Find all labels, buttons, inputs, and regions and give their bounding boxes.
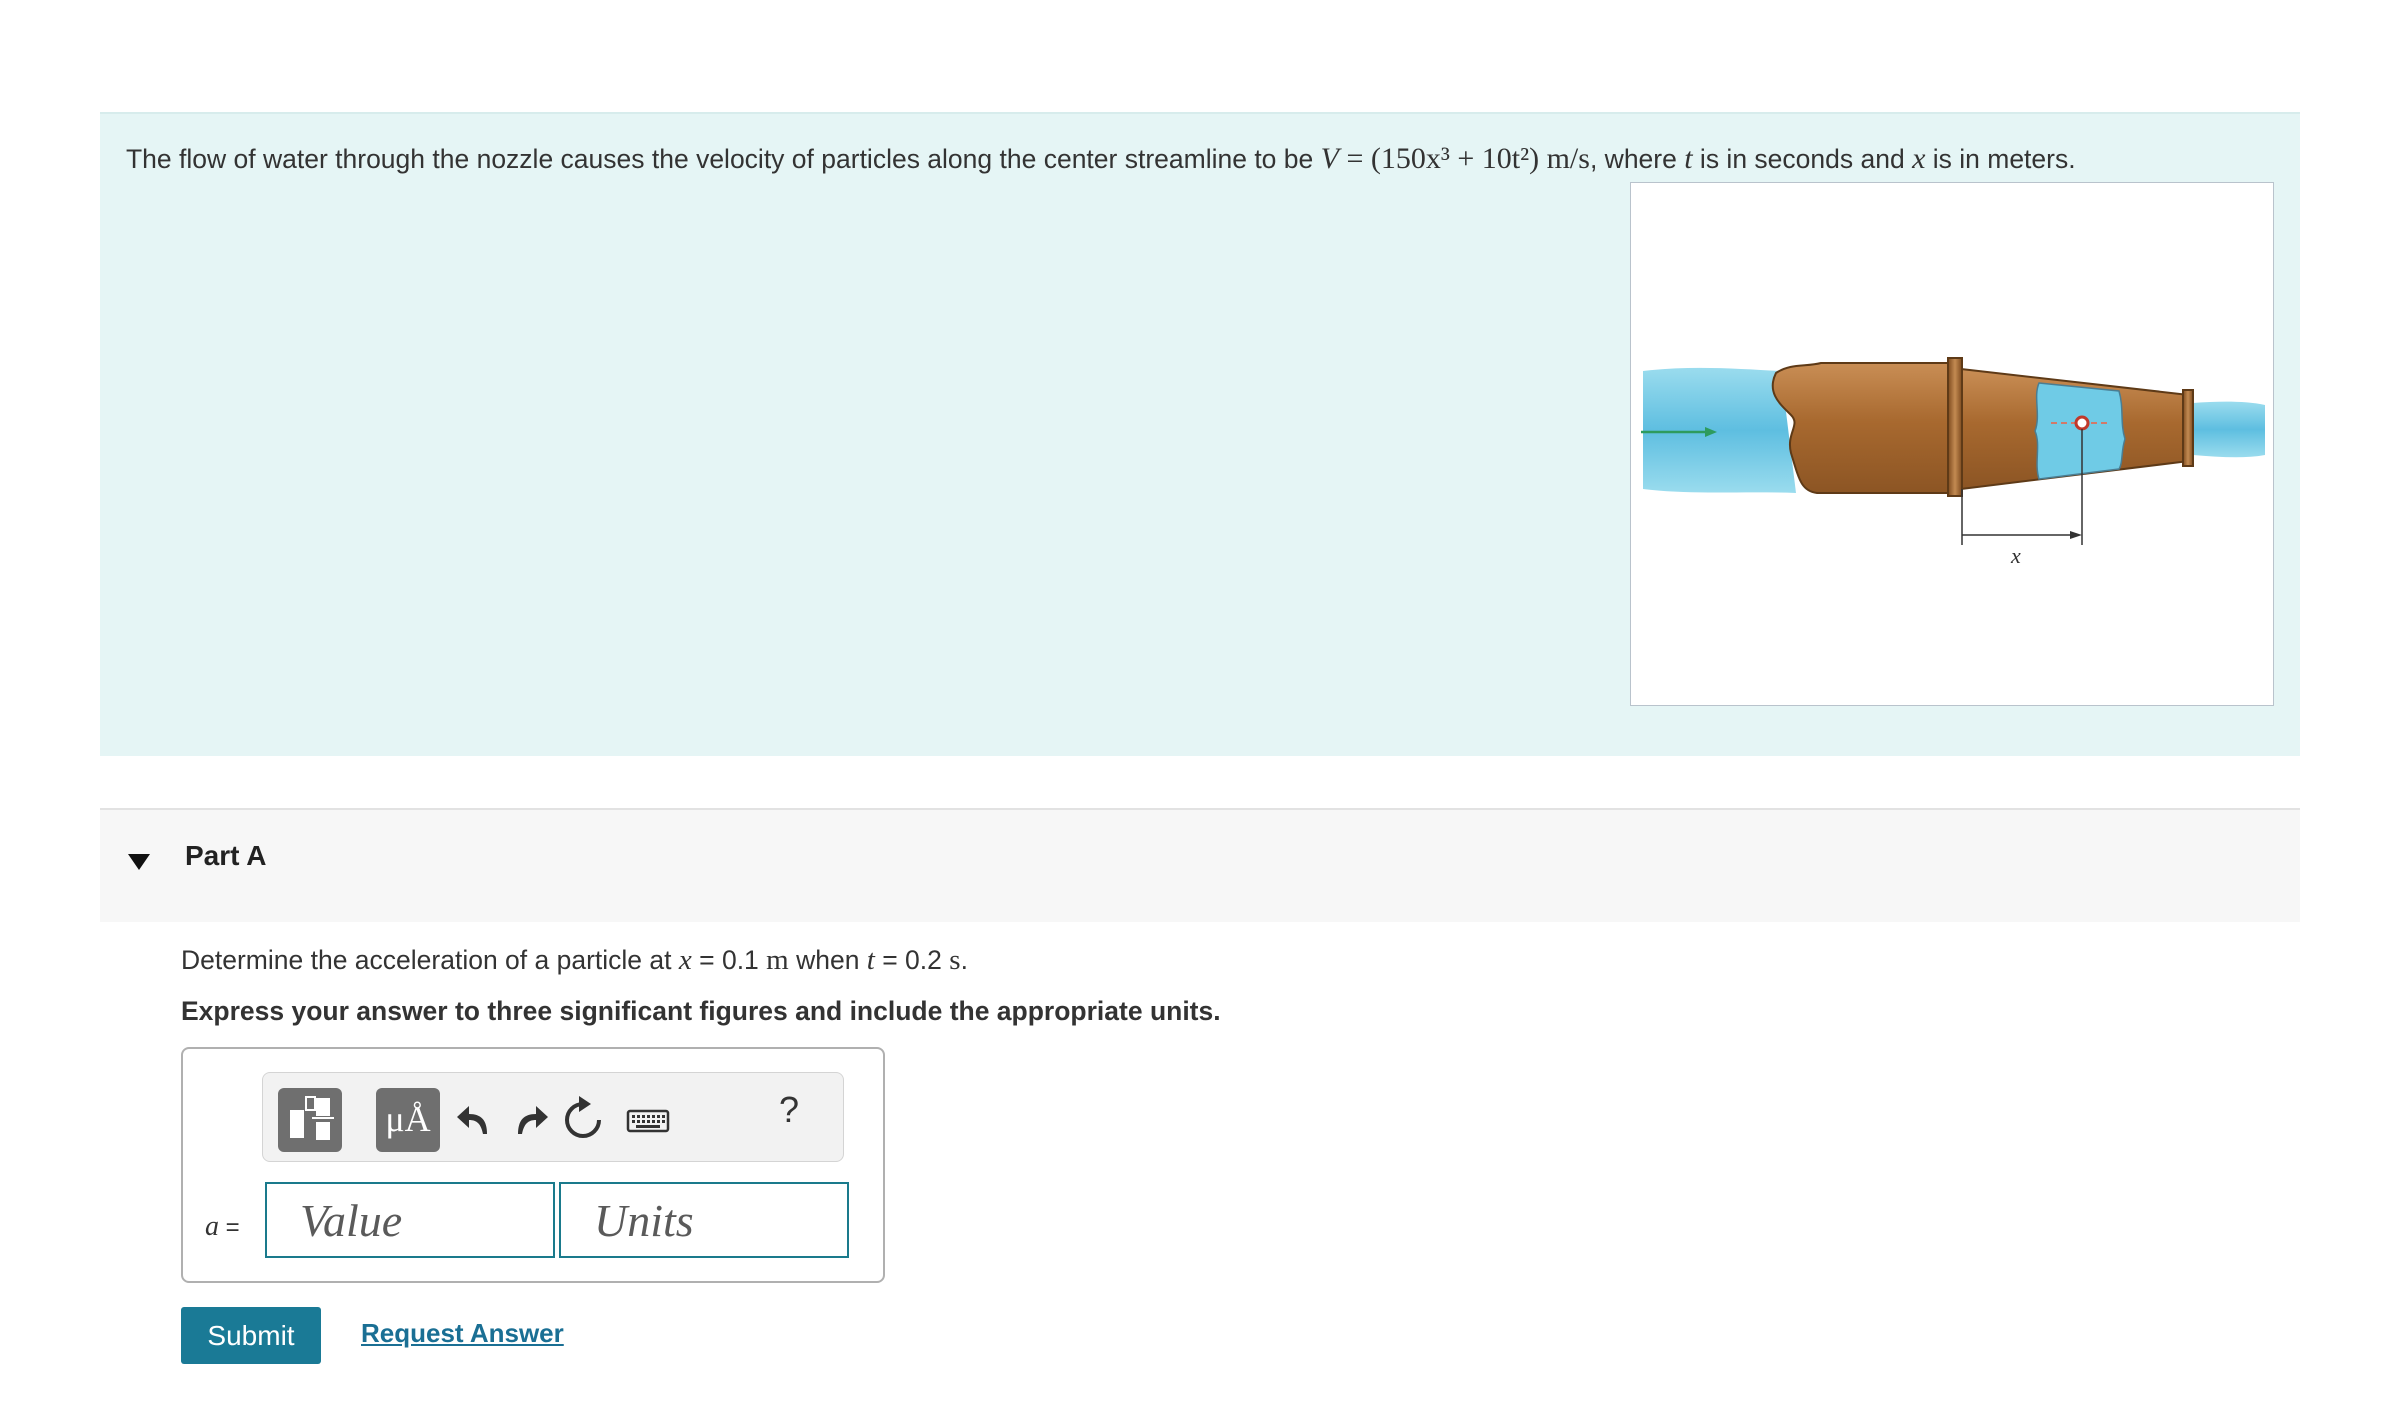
answer-equals: = [219,1214,240,1241]
units-button[interactable]: μÅ [376,1088,440,1152]
question-variable-t: t [866,944,875,976]
velocity-expression: = (150x³ + 10t²) m/s [1338,142,1590,175]
particle-marker [2074,415,2090,431]
question-end: . [960,945,968,975]
problem-statement: The flow of water through the nozzle cau… [126,142,2076,176]
answer-variable-label: a = [205,1211,240,1243]
templates-button[interactable] [278,1088,342,1152]
intro-text-after: , where [1589,144,1685,174]
collapse-triangle-icon[interactable] [127,852,151,872]
part-a-header[interactable]: Part A [100,808,2300,922]
question-text: Determine the acceleration of a particle… [181,944,968,977]
flange-main [1947,357,1963,497]
question-t-value: = 0.2 [874,945,950,975]
problem-intro-panel: The flow of water through the nozzle cau… [100,112,2300,756]
dimension-arrow [2070,531,2082,539]
units-input[interactable] [559,1182,849,1258]
pipe-body [1771,362,1958,494]
velocity-symbol: V [1320,142,1339,175]
answer-box: μÅ ? a = [181,1047,885,1283]
submit-button[interactable]: Submit [181,1307,321,1364]
answer-variable: a [205,1211,219,1242]
dimension-label-x: x [2010,543,2021,568]
request-answer-link[interactable]: Request Answer [361,1318,564,1349]
help-icon[interactable]: ? [774,1089,804,1131]
redo-icon[interactable] [498,1090,558,1150]
part-title: Part A [185,840,267,871]
units-icon: μÅ [385,1099,431,1139]
value-input[interactable] [265,1182,555,1258]
intro-text-end: is in meters. [1925,144,2076,174]
keyboard-icon[interactable] [618,1090,678,1150]
nozzle-figure: x [1630,182,2274,706]
question-t-unit: s [949,944,961,976]
templates-icon [290,1096,334,1140]
question-start: Determine the acceleration of a particle… [181,945,679,975]
question-x-unit: m [766,944,789,976]
question-mid: when [788,945,867,975]
flange-tip [2182,389,2194,467]
math-toolbar: μÅ ? [262,1072,844,1162]
intro-text-start: The flow of water through the nozzle cau… [126,144,1321,174]
reset-icon[interactable] [553,1090,613,1150]
question-x-value: = 0.1 [691,945,767,975]
variable-x: x [1912,142,1926,175]
intro-text-mid: is in seconds and [1692,144,1913,174]
water-jet [2193,401,2265,458]
nozzle-cutaway [2034,382,2126,480]
question-variable-x: x [678,944,692,976]
variable-t: t [1684,142,1693,175]
nozzle-diagram: x [1641,357,2265,568]
answer-instructions: Express your answer to three significant… [181,996,1221,1026]
velocity-equation: V = (150x³ + 10t²) m/s [1321,142,1590,175]
